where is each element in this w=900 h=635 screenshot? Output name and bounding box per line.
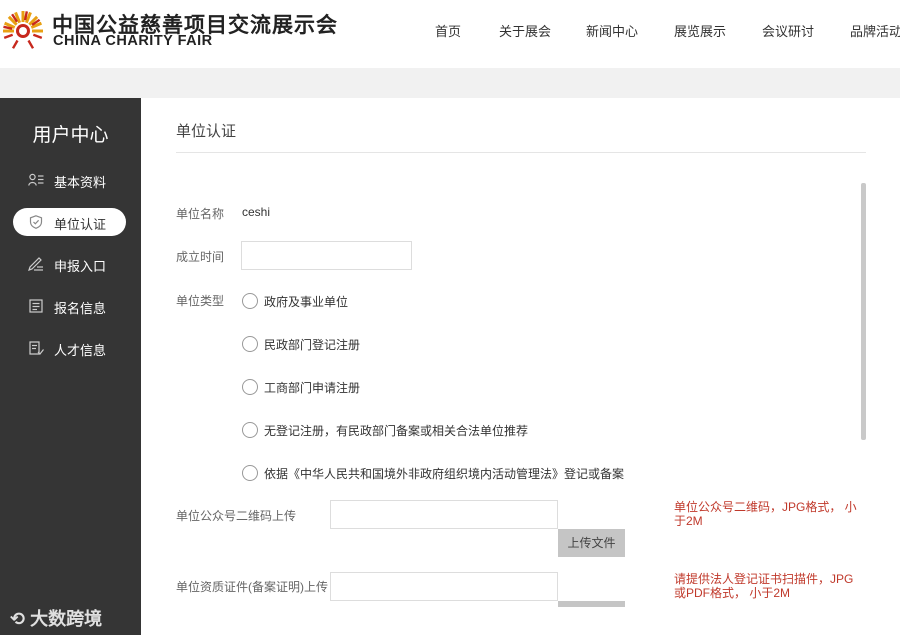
pen-icon [28,257,43,271]
sidebar-item-label: 报名信息 [54,301,107,316]
nav-about[interactable]: 关于展会 [499,21,551,40]
sidebar-item-application-entry[interactable]: 申报入口 [13,250,126,278]
radio-button[interactable] [242,293,258,309]
page-title: 单位认证 [176,123,237,140]
qr-upload-hint: 单位公众号二维码，JPG格式， 小于2M [674,500,857,528]
radio-button[interactable] [242,422,258,438]
site-logo-english[interactable]: CHINA CHARITY FAIR [53,33,213,49]
certificate-upload-button[interactable] [558,601,625,607]
radio-label: 无登记注册，有民政部门备案或相关合法单位推荐 [264,424,529,438]
sidebar-item-unit-certification[interactable]: 单位认证 [13,208,126,236]
founded-date-label: 成立时间 [176,250,225,264]
sidebar-item-basic-info[interactable]: 基本资料 [13,166,126,194]
nav-home[interactable]: 首页 [435,21,461,40]
scrollbar-thumb[interactable] [861,183,866,440]
sidebar-item-talent-info[interactable]: 人才信息 [13,334,126,362]
document-icon [29,341,44,355]
unit-name-label: 单位名称 [176,207,225,221]
qr-upload-label: 单位公众号二维码上传 [176,509,297,523]
nav-conference[interactable]: 会议研讨 [762,21,814,40]
watermark-logo-icon: ⟲ [10,609,26,630]
sidebar-item-registration-info[interactable]: 报名信息 [13,292,126,320]
radio-label: 依据《中华人民共和国境外非政府组织境内活动管理法》登记或备案 [264,467,625,481]
watermark: ⟲ 大数跨境 [10,605,102,631]
radio-button[interactable] [242,336,258,352]
certificate-upload-hint: 请提供法人登记证书扫描件，JPG或PDF格式， 小于2M [674,572,854,600]
watermark-text: 大数跨境 [30,609,103,629]
form-icon [29,299,43,313]
sidebar-item-label: 基本资料 [54,175,107,190]
nav-exhibition[interactable]: 展览展示 [674,21,726,40]
site-header: 中国公益慈善项目交流展示会 CHINA CHARITY FAIR 首页 关于展会… [0,0,900,68]
founded-date-input[interactable] [241,241,412,270]
radio-label: 政府及事业单位 [264,295,349,309]
sidebar-item-label: 人才信息 [54,343,107,358]
qr-upload-button[interactable]: 上传文件 [558,529,625,557]
nav-news[interactable]: 新闻中心 [586,21,638,40]
sidebar-item-label: 申报入口 [54,259,107,274]
radio-button[interactable] [242,379,258,395]
title-divider [176,152,866,153]
user-center-sidebar: 用户中心 基本资料 单位认证 申报入口 报名信息 人才信息 [0,98,141,635]
certificate-upload-label: 单位资质证件(备案证明)上传 [176,580,328,594]
unit-type-label: 单位类型 [176,294,225,308]
shield-icon [29,215,43,229]
radio-label: 工商部门申请注册 [264,381,361,395]
sidebar-title: 用户中心 [32,125,109,146]
user-list-icon [28,173,44,186]
header-band [0,68,900,98]
nav-brand-activities[interactable]: 品牌活动 [850,21,900,40]
radio-button[interactable] [242,465,258,481]
certificate-upload-field[interactable] [330,572,558,601]
sidebar-item-label: 单位认证 [54,217,107,232]
radio-label: 民政部门登记注册 [264,338,361,352]
unit-name-value: ceshi [242,205,271,219]
charity-logo-icon[interactable] [2,8,44,50]
qr-upload-field[interactable] [330,500,558,529]
